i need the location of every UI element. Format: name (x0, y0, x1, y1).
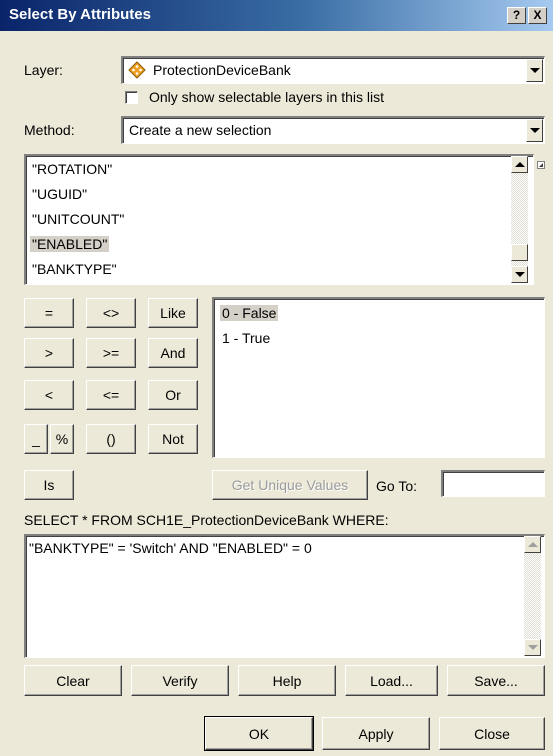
load-button[interactable]: Load... (345, 665, 438, 696)
goto-label: Go To: (376, 478, 417, 494)
greater-equal-button[interactable]: >= (86, 338, 136, 368)
scroll-up-button[interactable] (524, 536, 541, 553)
not-equals-button[interactable]: <> (86, 298, 136, 328)
chevron-up-icon (527, 542, 538, 547)
is-button[interactable]: Is (24, 470, 74, 500)
field-item[interactable]: "UGUID" (32, 186, 87, 202)
field-item[interactable]: "BANKTYPE" (32, 261, 117, 277)
save-button[interactable]: Save... (447, 665, 545, 696)
percent-button[interactable]: % (50, 424, 74, 454)
get-unique-values-button[interactable]: Get Unique Values (212, 470, 368, 500)
value-item[interactable]: 1 - True (222, 330, 270, 346)
resize-grip-icon[interactable] (537, 156, 545, 169)
and-button[interactable]: And (148, 338, 198, 368)
or-button[interactable]: Or (148, 380, 198, 410)
less-button[interactable]: < (24, 380, 74, 410)
window-title: Select By Attributes (9, 6, 151, 23)
method-dropdown[interactable]: Create a new selection (121, 116, 545, 144)
goto-input[interactable] (441, 470, 545, 497)
equals-button[interactable]: = (24, 298, 74, 328)
ok-button[interactable]: OK (204, 716, 314, 751)
less-equal-button[interactable]: <= (86, 380, 136, 410)
selectable-layers-checkbox[interactable] (125, 91, 138, 104)
chevron-up-icon (514, 162, 525, 167)
like-button[interactable]: Like (148, 298, 198, 328)
help-title-button[interactable]: ? (507, 7, 526, 24)
fields-scrollbar[interactable] (511, 156, 528, 283)
fields-list[interactable]: "ROTATION" "UGUID" "UNITCOUNT" "ENABLED"… (24, 154, 534, 285)
greater-button[interactable]: > (24, 338, 74, 368)
apply-button[interactable]: Apply (322, 717, 430, 750)
field-item-selected[interactable]: "ENABLED" (30, 236, 110, 252)
chevron-down-icon (529, 68, 540, 73)
layer-diamond-icon (128, 61, 146, 79)
field-item[interactable]: "UNITCOUNT" (32, 211, 124, 227)
clear-button[interactable]: Clear (24, 665, 122, 696)
layer-dropdown[interactable]: ProtectionDeviceBank (121, 56, 545, 84)
scroll-thumb[interactable] (511, 244, 528, 261)
chevron-down-icon (527, 645, 538, 650)
sql-prefix: SELECT * FROM SCH1E_ProtectionDeviceBank… (24, 512, 389, 528)
field-item[interactable]: "ROTATION" (32, 161, 112, 177)
method-label: Method: (24, 122, 75, 138)
verify-button[interactable]: Verify (131, 665, 229, 696)
layer-dropdown-arrow[interactable] (526, 59, 543, 82)
chevron-down-icon (529, 128, 540, 133)
layer-value: ProtectionDeviceBank (153, 62, 291, 78)
help-button[interactable]: Help (238, 665, 336, 696)
scroll-up-button[interactable] (511, 156, 528, 173)
selectable-layers-label: Only show selectable layers in this list (149, 89, 384, 105)
scroll-down-button[interactable] (511, 266, 528, 283)
not-button[interactable]: Not (148, 424, 198, 454)
sql-scrollbar[interactable] (524, 536, 541, 656)
sql-expression-text[interactable]: "BANKTYPE" = 'Switch' AND "ENABLED" = 0 (29, 540, 312, 556)
parentheses-button[interactable]: () (86, 424, 136, 454)
scroll-down-button[interactable] (524, 639, 541, 656)
chevron-down-icon (514, 272, 525, 277)
close-button[interactable]: Close (439, 717, 545, 750)
values-list[interactable]: 0 - False 1 - True (212, 297, 545, 458)
close-title-button[interactable]: X (528, 7, 547, 24)
underscore-button[interactable]: _ (24, 424, 48, 454)
method-value: Create a new selection (129, 122, 272, 138)
method-dropdown-arrow[interactable] (526, 119, 543, 142)
layer-label: Layer: (24, 62, 63, 78)
sql-expression-box[interactable]: "BANKTYPE" = 'Switch' AND "ENABLED" = 0 (24, 534, 545, 658)
value-item-selected[interactable]: 0 - False (220, 305, 279, 321)
